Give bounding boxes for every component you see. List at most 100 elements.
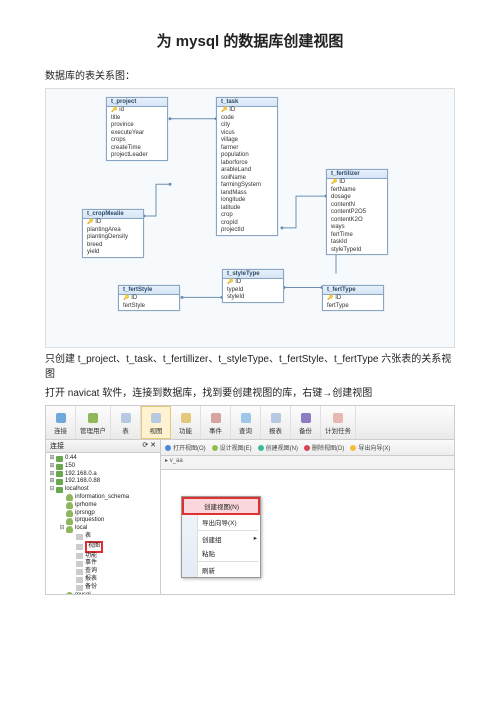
subtoolbar-label: 打开视图(O) <box>173 443 206 452</box>
toolbar-事件[interactable]: 事件 <box>201 406 231 439</box>
tree-label: local <box>75 525 87 533</box>
toolbar-icon <box>209 411 223 425</box>
tree-item[interactable]: ⊟localhost <box>48 486 160 494</box>
tab-strip[interactable]: ▸ v_aa <box>161 456 454 470</box>
f-icon <box>76 561 83 567</box>
context-menu-item[interactable]: 刷新 <box>182 563 260 577</box>
toolbar-label: 连接 <box>54 425 67 435</box>
tree-item[interactable]: 功能 <box>48 553 160 561</box>
subtoolbar-label: 导出向导(X) <box>358 443 390 452</box>
f-icon <box>76 577 83 583</box>
tree-item[interactable]: information_schema <box>48 494 160 502</box>
toolbar-功能[interactable]: 功能 <box>171 406 201 439</box>
context-menu-item[interactable]: 粘贴 <box>182 546 260 560</box>
context-menu[interactable]: 创建视图(N)导出向导(X) 创建组▸粘贴刷新 <box>181 496 261 578</box>
tree-label: 192.168.0.a <box>65 471 97 479</box>
tree-header-controls[interactable]: ⟳ ✕ <box>142 441 156 451</box>
toolbar-视图[interactable]: 视图 <box>141 406 171 439</box>
subtoolbar-item[interactable]: 导出向导(X) <box>350 443 390 452</box>
tree-label: information_schema <box>75 494 129 502</box>
tree-item[interactable]: iprsngp <box>48 510 160 518</box>
toolbar-label: 表 <box>122 425 129 435</box>
tree-label: 视图 <box>85 541 103 553</box>
context-menu-item[interactable]: 创建组▸ <box>182 532 260 546</box>
tree-label: iprquestion <box>75 517 104 525</box>
db-icon <box>66 502 73 509</box>
toolbar-icon <box>149 411 163 425</box>
toolbar-icon <box>179 411 193 425</box>
tree-label: 备份 <box>85 584 97 592</box>
toolbar-icon <box>299 411 313 425</box>
tree-label: 150 <box>65 463 75 471</box>
f-icon <box>76 569 83 575</box>
context-menu-item[interactable]: 创建视图(N) <box>182 497 260 515</box>
db-icon <box>66 526 73 533</box>
tree-item[interactable]: iprquestion <box>48 517 160 525</box>
db-icon <box>66 494 73 501</box>
toolbar-icon <box>54 411 68 425</box>
conn-icon <box>56 479 63 485</box>
f-icon <box>76 553 83 559</box>
er-table-t_project: t_projectidtitleprovinceexecuteYearcrops… <box>106 97 168 161</box>
tree-label: 表 <box>85 533 91 541</box>
tree-item[interactable]: 查询 <box>48 568 160 576</box>
toolbar-连接[interactable]: 连接 <box>46 406 76 439</box>
er-table-t_fertilizer: t_fertilizerIDfertNamedosagecontentNcont… <box>326 169 388 255</box>
toolbar-label: 视图 <box>150 425 163 435</box>
toolbar-icon <box>86 411 100 425</box>
context-menu-item[interactable]: 导出向导(X) <box>182 515 260 529</box>
tree-item[interactable]: ⊞192.168.0.a <box>48 471 160 479</box>
tree-label: 192.168.0.88 <box>65 478 100 486</box>
tree-item[interactable]: ⊟local <box>48 525 160 533</box>
tree-item[interactable]: mysql <box>48 592 160 594</box>
tree-item[interactable]: ⊞0.44 <box>48 455 160 463</box>
tree-label: localhost <box>65 486 89 494</box>
er-diagram: t_projectidtitleprovinceexecuteYearcrops… <box>45 88 455 348</box>
tree-item[interactable]: 表 <box>48 533 160 541</box>
subtoolbar-label: 删除视图(D) <box>312 443 344 452</box>
tree-item[interactable]: 视图 <box>48 541 160 553</box>
toolbar-管理用户[interactable]: 管理用户 <box>76 406 111 439</box>
toolbar-计划任务[interactable]: 计划任务 <box>321 406 356 439</box>
tree-item[interactable]: iprhome <box>48 502 160 510</box>
db-icon <box>66 592 73 594</box>
tree-label: 查询 <box>85 568 97 576</box>
connection-tree-panel: 连接 ⟳ ✕ ⊞0.44⊞150⊞192.168.0.a⊞192.168.0.8… <box>46 440 161 594</box>
bullet-icon <box>304 445 310 451</box>
subtoolbar-item[interactable]: 删除视图(D) <box>304 443 344 452</box>
tree-item[interactable]: ⊞192.168.0.88 <box>48 478 160 486</box>
toolbar-label: 计划任务 <box>325 425 351 435</box>
toolbar-icon <box>269 411 283 425</box>
tree-item[interactable]: 事件 <box>48 560 160 568</box>
er-table-t_cropMealie: t_cropMealieIDplantingAreaplantingDensit… <box>82 209 144 258</box>
tree-label: iprhome <box>75 502 97 510</box>
connection-tree[interactable]: ⊞0.44⊞150⊞192.168.0.a⊞192.168.0.88⊟local… <box>46 453 160 594</box>
toolbar-表[interactable]: 表 <box>111 406 141 439</box>
navicat-screenshot: 连接管理用户表视图功能事件查询报表备份计划任务 连接 ⟳ ✕ ⊞0.44⊞150… <box>45 405 455 595</box>
paragraph-1: 只创建 t_project、t_task、t_fertillizer、t_sty… <box>45 352 455 382</box>
f-icon <box>76 585 83 591</box>
toolbar-备份[interactable]: 备份 <box>291 406 321 439</box>
toolbar-label: 查询 <box>239 425 252 435</box>
toolbar-label: 备份 <box>299 425 312 435</box>
bullet-icon <box>258 445 264 451</box>
bullet-icon <box>212 445 218 451</box>
db-icon <box>66 510 73 517</box>
tree-header-label: 连接 <box>50 441 64 451</box>
chevron-right-icon: ▸ <box>254 534 257 542</box>
bullet-icon <box>165 445 171 451</box>
tree-item[interactable]: 备份 <box>48 584 160 592</box>
subtitle: 数据库的表关系图： <box>45 67 455 82</box>
toolbar-查询[interactable]: 查询 <box>231 406 261 439</box>
tree-item[interactable]: 报表 <box>48 576 160 584</box>
db-icon <box>66 518 73 525</box>
toolbar-label: 管理用户 <box>80 425 106 435</box>
subtoolbar-item[interactable]: 打开视图(O) <box>165 443 206 452</box>
tree-label: mysql <box>75 592 91 594</box>
subtoolbar-item[interactable]: 创建视图(N) <box>258 443 298 452</box>
toolbar-报表[interactable]: 报表 <box>261 406 291 439</box>
tree-item[interactable]: ⊞150 <box>48 463 160 471</box>
subtoolbar-item[interactable]: 设计视图(E) <box>212 443 252 452</box>
conn-icon <box>56 464 63 470</box>
main-toolbar: 连接 管理用户 表 视图功能事件查询报表备份 计划任务 <box>46 406 454 440</box>
